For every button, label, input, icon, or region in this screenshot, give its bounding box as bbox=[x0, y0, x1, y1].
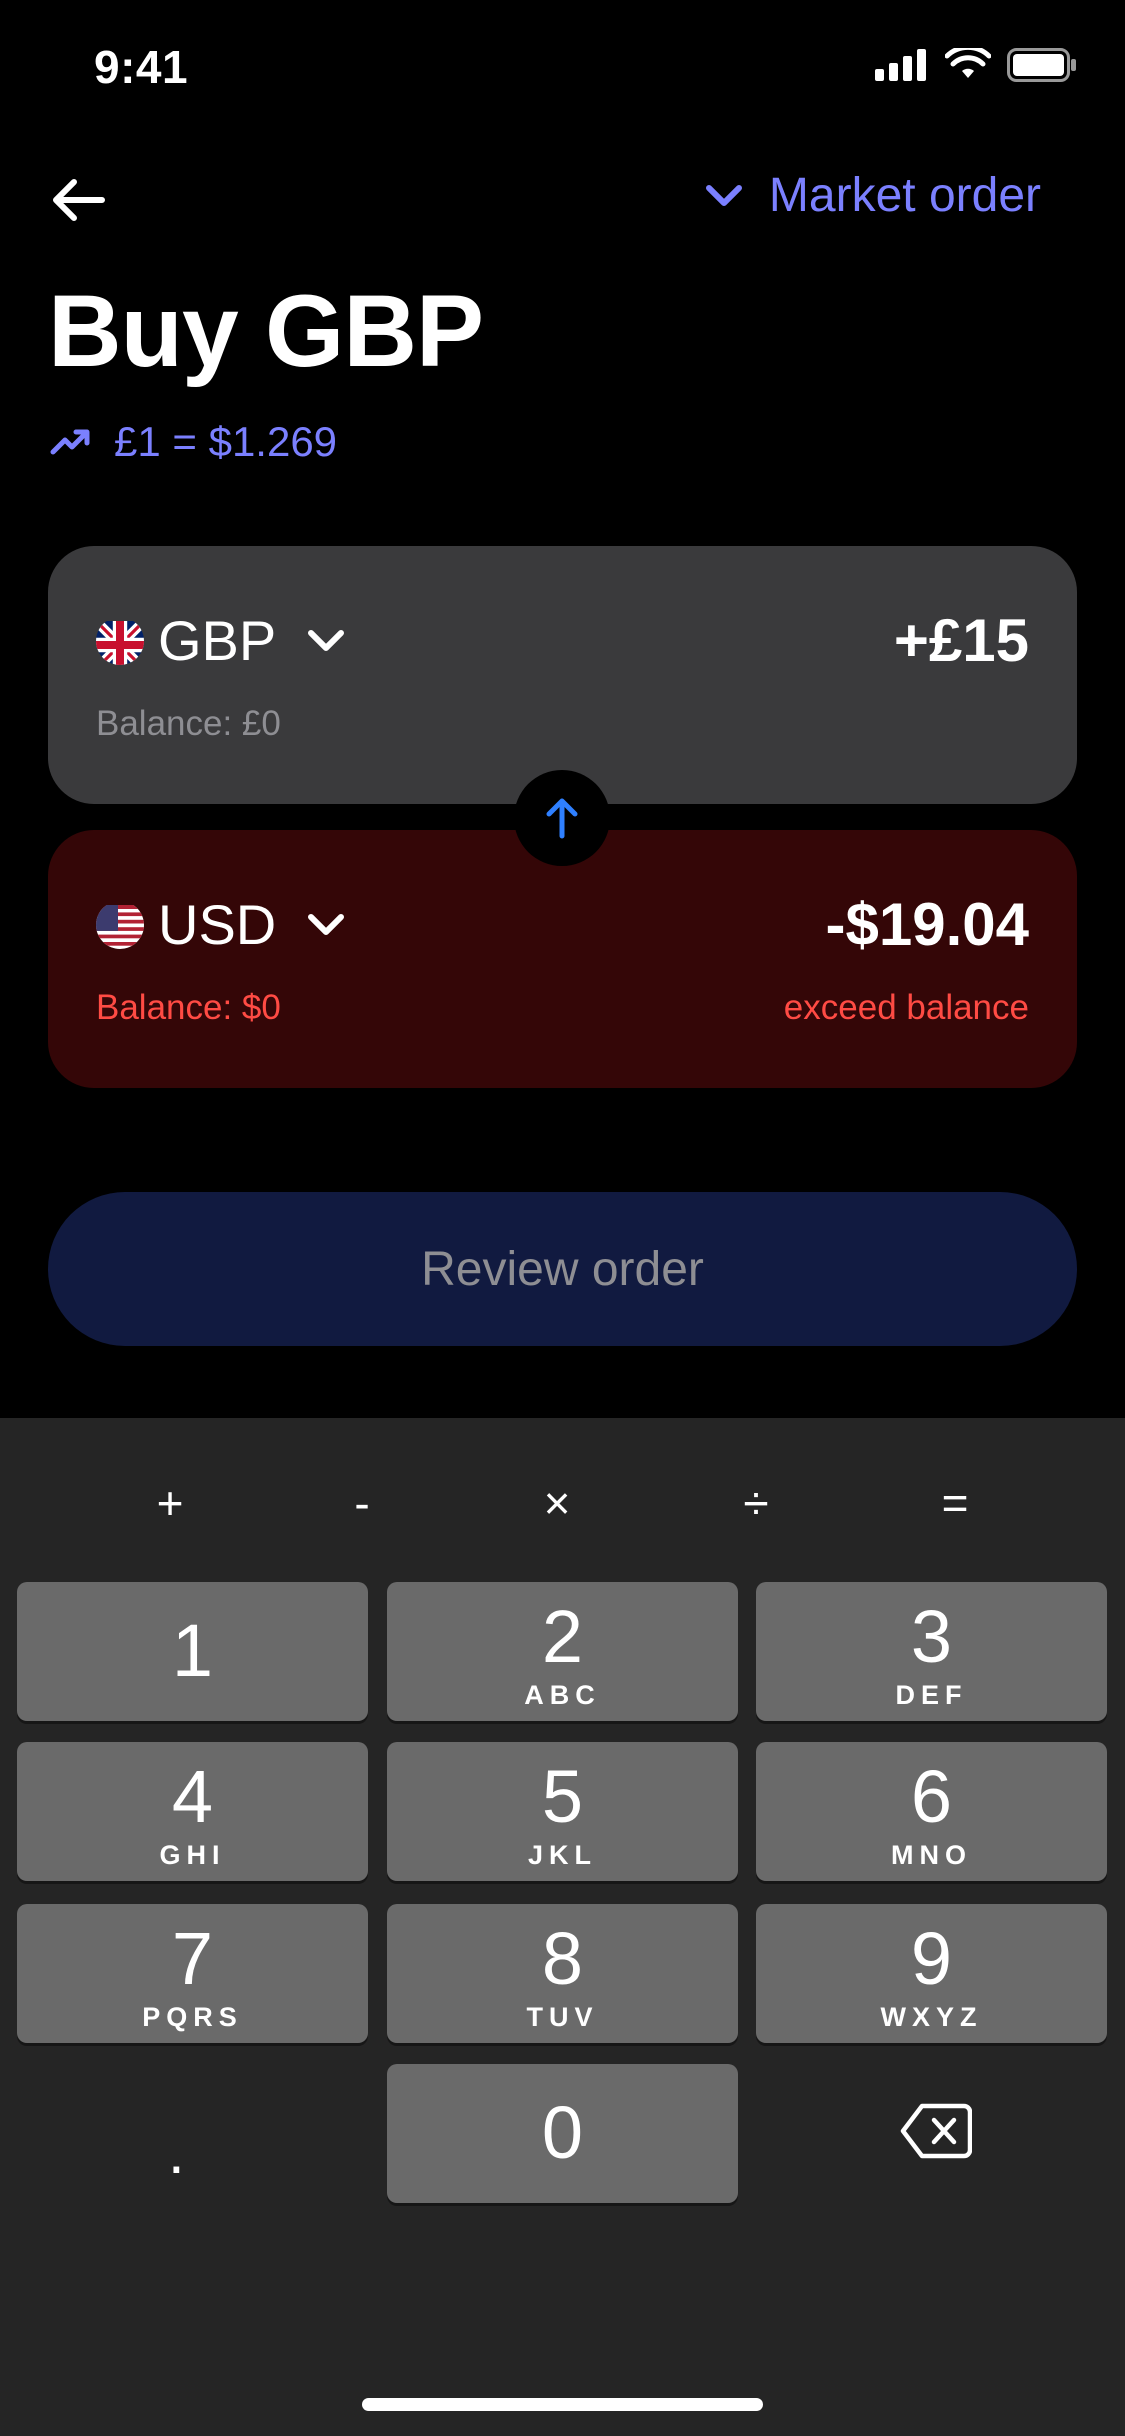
key-digit: 7 bbox=[171, 1917, 214, 2000]
battery-icon bbox=[1007, 48, 1076, 82]
from-currency-card[interactable]: GBP +£15 Balance: £0 bbox=[48, 546, 1077, 804]
page-title: Buy GBP bbox=[48, 274, 484, 388]
from-currency-selector[interactable]: GBP bbox=[96, 608, 346, 673]
key-letters: TUV bbox=[526, 2002, 599, 2032]
key-letters: WXYZ bbox=[880, 2002, 983, 2032]
key-digit: 6 bbox=[910, 1755, 953, 1838]
key-letters: MNO bbox=[891, 1840, 972, 1870]
key-4[interactable]: 4 GHI bbox=[17, 1742, 368, 1881]
us-flag-icon bbox=[96, 901, 144, 949]
key-7[interactable]: 7 PQRS bbox=[17, 1904, 368, 2043]
arrow-left-icon bbox=[53, 179, 105, 221]
key-1[interactable]: 1 bbox=[17, 1582, 368, 1721]
from-currency-code: GBP bbox=[158, 609, 277, 672]
minus-key[interactable]: - bbox=[354, 1476, 369, 1530]
to-balance: Balance: $0 bbox=[96, 988, 281, 1027]
wifi-icon bbox=[945, 48, 991, 78]
key-9[interactable]: 9 WXYZ bbox=[756, 1904, 1107, 2043]
to-currency-card[interactable]: USD -$19.04 Balance: $0 exceed balance bbox=[48, 830, 1077, 1088]
arrow-up-icon bbox=[546, 798, 578, 839]
key-8[interactable]: 8 TUV bbox=[387, 1904, 738, 2043]
operator-row: + - × ÷ = bbox=[0, 1476, 1125, 1556]
decimal-key[interactable]: . bbox=[168, 2118, 185, 2187]
key-digit: 3 bbox=[910, 1595, 953, 1678]
key-digit: 8 bbox=[541, 1917, 584, 2000]
key-digit: 2 bbox=[541, 1595, 584, 1678]
uk-flag-icon bbox=[96, 617, 144, 665]
home-indicator[interactable] bbox=[362, 2398, 763, 2411]
key-letters: ABC bbox=[524, 1680, 601, 1710]
key-digit: 9 bbox=[910, 1917, 953, 2000]
key-digit: 1 bbox=[171, 1609, 214, 1692]
swap-direction-button[interactable] bbox=[514, 770, 610, 866]
exchange-rate: £1 = $1.269 bbox=[50, 418, 337, 466]
chevron-down-icon bbox=[308, 913, 345, 935]
key-digit: 4 bbox=[171, 1755, 214, 1838]
key-letters: PQRS bbox=[142, 2002, 243, 2032]
to-amount[interactable]: -$19.04 bbox=[826, 890, 1030, 959]
back-button[interactable] bbox=[46, 168, 110, 232]
from-amount[interactable]: +£15 bbox=[894, 606, 1029, 675]
key-3[interactable]: 3 DEF bbox=[756, 1582, 1107, 1721]
key-5[interactable]: 5 JKL bbox=[387, 1742, 738, 1881]
cellular-signal-icon bbox=[875, 49, 926, 81]
trending-up-icon bbox=[50, 429, 90, 455]
backspace-icon bbox=[900, 2103, 973, 2159]
exchange-rate-text: £1 = $1.269 bbox=[114, 418, 338, 465]
chevron-down-icon bbox=[705, 184, 742, 206]
equals-key[interactable]: = bbox=[942, 1476, 969, 1530]
chevron-down-icon bbox=[308, 629, 345, 651]
key-letters: JKL bbox=[527, 1840, 597, 1870]
status-time: 9:41 bbox=[94, 41, 189, 93]
order-type-selector[interactable]: Market order bbox=[705, 168, 1041, 223]
key-digit: 5 bbox=[541, 1755, 584, 1838]
from-balance: Balance: £0 bbox=[96, 704, 281, 743]
multiply-key[interactable]: × bbox=[544, 1476, 571, 1530]
review-order-button[interactable]: Review order bbox=[48, 1192, 1077, 1346]
to-currency-code: USD bbox=[158, 893, 277, 956]
status-icons bbox=[875, 48, 1077, 82]
key-digit: 0 bbox=[541, 2091, 584, 2174]
key-6[interactable]: 6 MNO bbox=[756, 1742, 1107, 1881]
order-type-label: Market order bbox=[768, 169, 1041, 222]
key-0[interactable]: 0 bbox=[387, 2064, 738, 2203]
delete-key[interactable] bbox=[900, 2102, 973, 2165]
plus-key[interactable]: + bbox=[157, 1476, 184, 1530]
key-letters: GHI bbox=[159, 1840, 226, 1870]
numeric-keyboard: + - × ÷ = 1 2 ABC 3 DEF 4 GHI 5 JKL 6 MN… bbox=[0, 1418, 1125, 2436]
exceed-balance-warning: exceed balance bbox=[783, 988, 1029, 1027]
key-letters: DEF bbox=[895, 1680, 968, 1710]
to-currency-selector[interactable]: USD bbox=[96, 892, 346, 957]
divide-key[interactable]: ÷ bbox=[743, 1476, 768, 1530]
key-2[interactable]: 2 ABC bbox=[387, 1582, 738, 1721]
